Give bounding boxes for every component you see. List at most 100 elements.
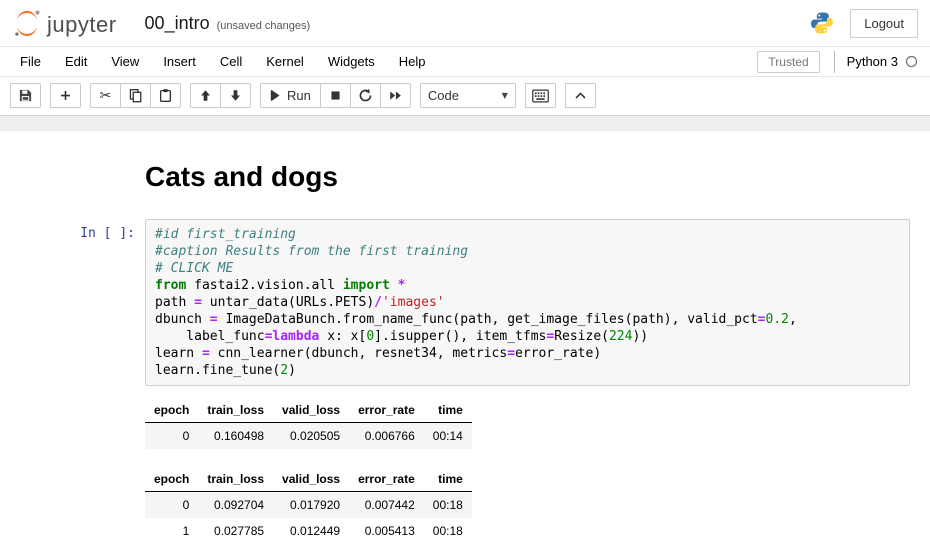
table-row: 00.1604980.0205050.00676600:14 — [145, 423, 472, 450]
code-token: = — [202, 346, 210, 361]
menu-view[interactable]: View — [99, 47, 151, 76]
menu-widgets[interactable]: Widgets — [316, 47, 387, 76]
interrupt-kernel-button[interactable] — [320, 83, 351, 108]
menu-insert[interactable]: Insert — [151, 47, 208, 76]
table-header: valid_loss — [273, 398, 349, 423]
table-cell: 0.007442 — [349, 492, 424, 519]
code-token: learn — [155, 346, 202, 361]
save-icon — [18, 88, 33, 103]
jupyter-logo-icon — [12, 8, 42, 38]
code-token: import — [343, 278, 390, 293]
kernel-name: Python 3 — [847, 54, 898, 69]
run-button[interactable]: Run — [260, 83, 321, 108]
paste-cell-button[interactable] — [150, 83, 181, 108]
table-header: time — [424, 467, 472, 492]
table-header: epoch — [145, 467, 198, 492]
code-cell: In [ ]: #id first_training#caption Resul… — [0, 219, 910, 386]
table-header: train_loss — [198, 467, 273, 492]
move-cell-up-button[interactable] — [190, 83, 221, 108]
code-token: = — [507, 346, 515, 361]
collapse-toolbar-button[interactable] — [565, 83, 596, 108]
plus-icon — [59, 89, 72, 102]
code-token: # CLICK ME — [155, 261, 233, 276]
code-line: # CLICK ME — [155, 260, 900, 277]
move-cell-down-button[interactable] — [220, 83, 251, 108]
menu-file[interactable]: File — [8, 47, 53, 76]
code-token: = — [210, 312, 218, 327]
table-cell: 0.005413 — [349, 518, 424, 537]
code-token: 'images' — [382, 295, 445, 310]
code-line: dbunch = ImageDataBunch.from_name_func(p… — [155, 311, 900, 328]
menu-help[interactable]: Help — [387, 47, 438, 76]
table-header: epoch — [145, 398, 198, 423]
table-cell: 00:18 — [424, 492, 472, 519]
table-header-row: epochtrain_lossvalid_losserror_ratetime — [145, 467, 472, 492]
keyboard-icon — [532, 89, 549, 103]
table-cell: 0.027785 — [198, 518, 273, 537]
header-right: Logout — [810, 9, 918, 38]
table-header: train_loss — [198, 398, 273, 423]
code-token: #caption Results from the first training — [155, 244, 468, 259]
copy-cell-button[interactable] — [120, 83, 151, 108]
code-line: learn = cnn_learner(dbunch, resnet34, me… — [155, 345, 900, 362]
kernel-idle-icon — [905, 55, 918, 68]
code-token: 2 — [280, 363, 288, 378]
code-token: )) — [632, 329, 648, 344]
notebook-title[interactable]: 00_intro — [145, 13, 210, 34]
menu-cell[interactable]: Cell — [208, 47, 254, 76]
training-results-table-1: epochtrain_lossvalid_losserror_ratetime0… — [145, 398, 472, 449]
code-token: cnn_learner(dbunch, resnet34, metrics — [210, 346, 507, 361]
code-line: learn.fine_tune(2) — [155, 362, 900, 379]
table-header: time — [424, 398, 472, 423]
table-cell: 0.006766 — [349, 423, 424, 450]
cell-type-dropdown[interactable]: Code ▼ — [420, 83, 516, 108]
code-input-area[interactable]: #id first_training #caption Results from … — [145, 219, 910, 386]
code-token: #id first_training — [155, 227, 296, 242]
code-line: #caption Results from the first training — [155, 243, 900, 260]
menu-edit[interactable]: Edit — [53, 47, 99, 76]
restart-kernel-button[interactable] — [350, 83, 381, 108]
insert-cell-button[interactable] — [50, 83, 81, 108]
table-cell: 0.020505 — [273, 423, 349, 450]
chevron-down-icon: ▼ — [502, 91, 508, 100]
notebook-container: Cats and dogs In [ ]: #id first_training… — [0, 131, 930, 537]
logout-button[interactable]: Logout — [850, 9, 918, 38]
menu-kernel[interactable]: Kernel — [254, 47, 316, 76]
toolbar: ✂ — [0, 77, 930, 116]
restart-run-all-button[interactable] — [380, 83, 411, 108]
header: jupyter 00_intro (unsaved changes) Logou… — [0, 0, 930, 46]
code-token: 0.2 — [766, 312, 789, 327]
code-token: from — [155, 278, 186, 293]
cut-cell-button[interactable]: ✂ — [90, 83, 121, 108]
code-token: ) — [288, 363, 296, 378]
jupyter-logo[interactable]: jupyter — [12, 8, 117, 38]
code-token: ImageDataBunch.from_name_func(path, get_… — [218, 312, 758, 327]
cut-icon: ✂ — [100, 88, 112, 104]
kernel-block: Python 3 — [834, 51, 918, 73]
cell-type-value: Code — [428, 88, 459, 103]
code-line: label_func=lambda x: x[0].isupper(), ite… — [155, 328, 900, 345]
checkpoint-status: (unsaved changes) — [217, 20, 311, 32]
table-cell: 0.017920 — [273, 492, 349, 519]
trusted-badge[interactable]: Trusted — [757, 51, 819, 73]
arrow-down-icon — [229, 89, 242, 102]
training-results-table-2: epochtrain_lossvalid_losserror_ratetime0… — [145, 467, 472, 537]
code-token: dbunch — [155, 312, 210, 327]
code-token: / — [374, 295, 382, 310]
chevron-up-icon — [574, 90, 587, 101]
code-token: , — [789, 312, 797, 327]
save-button[interactable] — [10, 83, 41, 108]
table-cell: 0.092704 — [198, 492, 273, 519]
copy-icon — [128, 88, 143, 103]
command-palette-button[interactable] — [525, 83, 556, 108]
table-cell: 00:14 — [424, 423, 472, 450]
run-icon — [270, 89, 281, 102]
menubar: File Edit View Insert Cell Kernel Widget… — [0, 46, 930, 77]
jupyter-wordmark: jupyter — [47, 14, 117, 38]
run-button-label: Run — [287, 88, 311, 103]
table-header: error_rate — [349, 467, 424, 492]
code-token: untar_data(URLs.PETS) — [202, 295, 374, 310]
table-cell: 0.012449 — [273, 518, 349, 537]
markdown-cell[interactable]: Cats and dogs — [145, 161, 910, 193]
output-area: epochtrain_lossvalid_losserror_ratetime0… — [145, 398, 930, 537]
